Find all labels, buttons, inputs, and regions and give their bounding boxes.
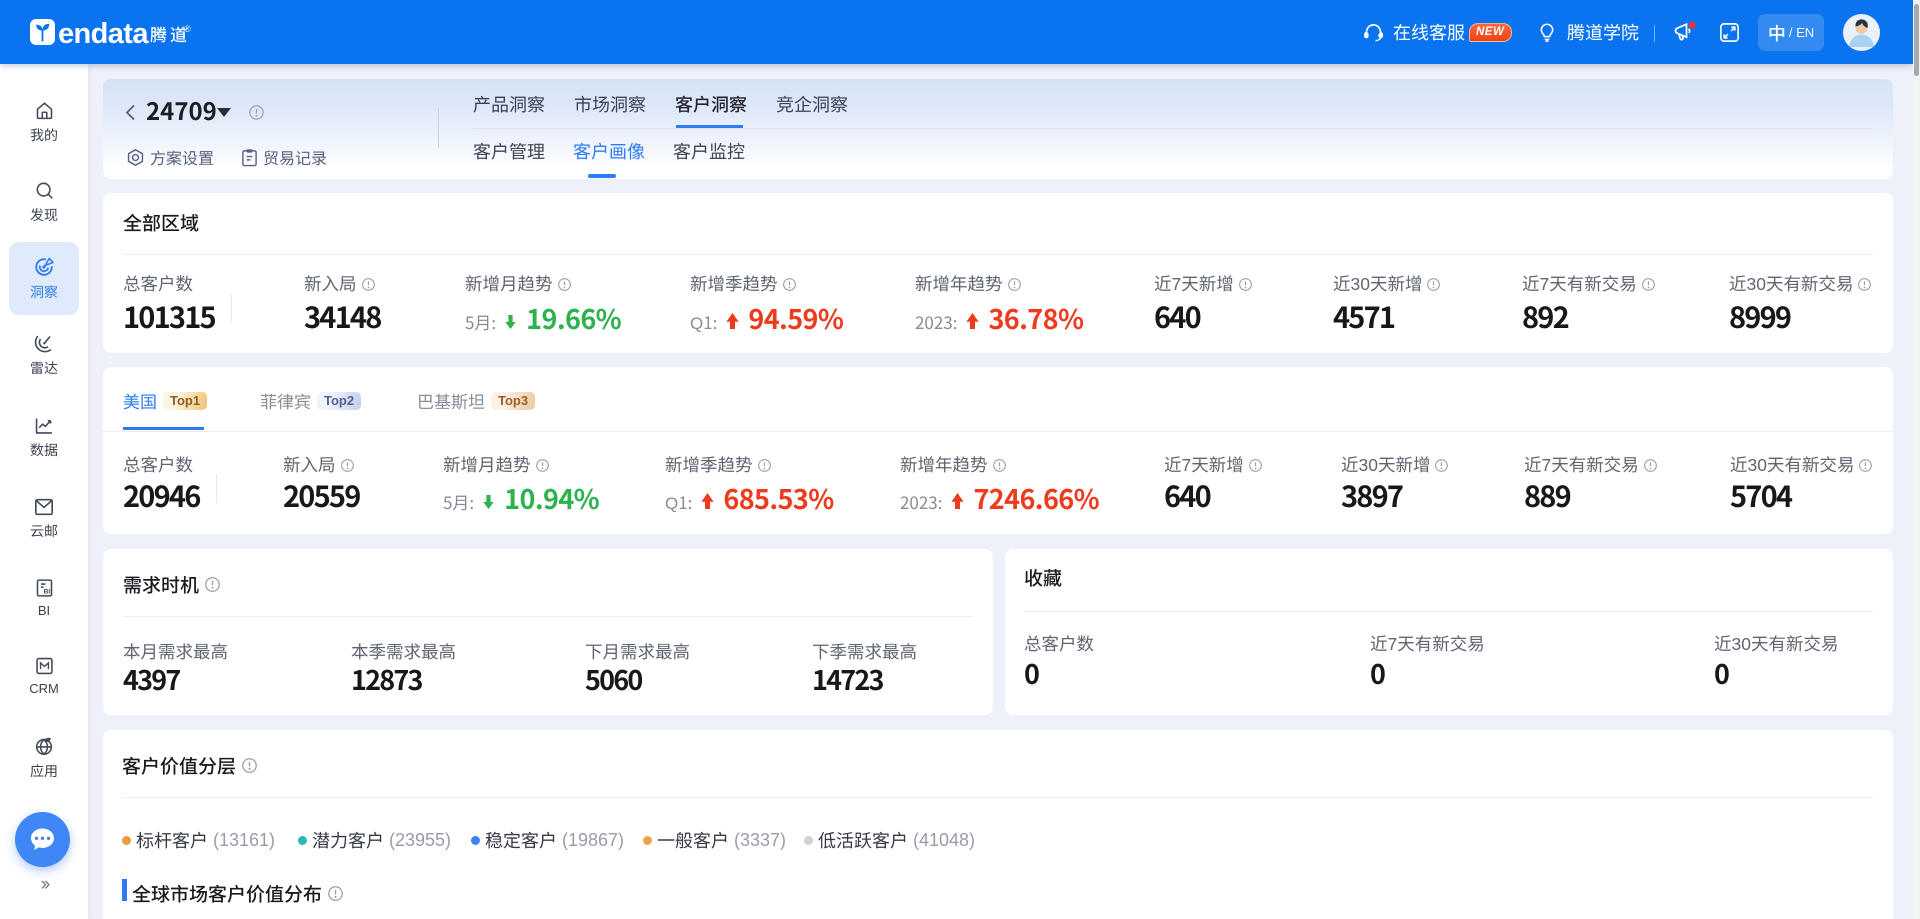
- svg-text:BI: BI: [43, 589, 50, 596]
